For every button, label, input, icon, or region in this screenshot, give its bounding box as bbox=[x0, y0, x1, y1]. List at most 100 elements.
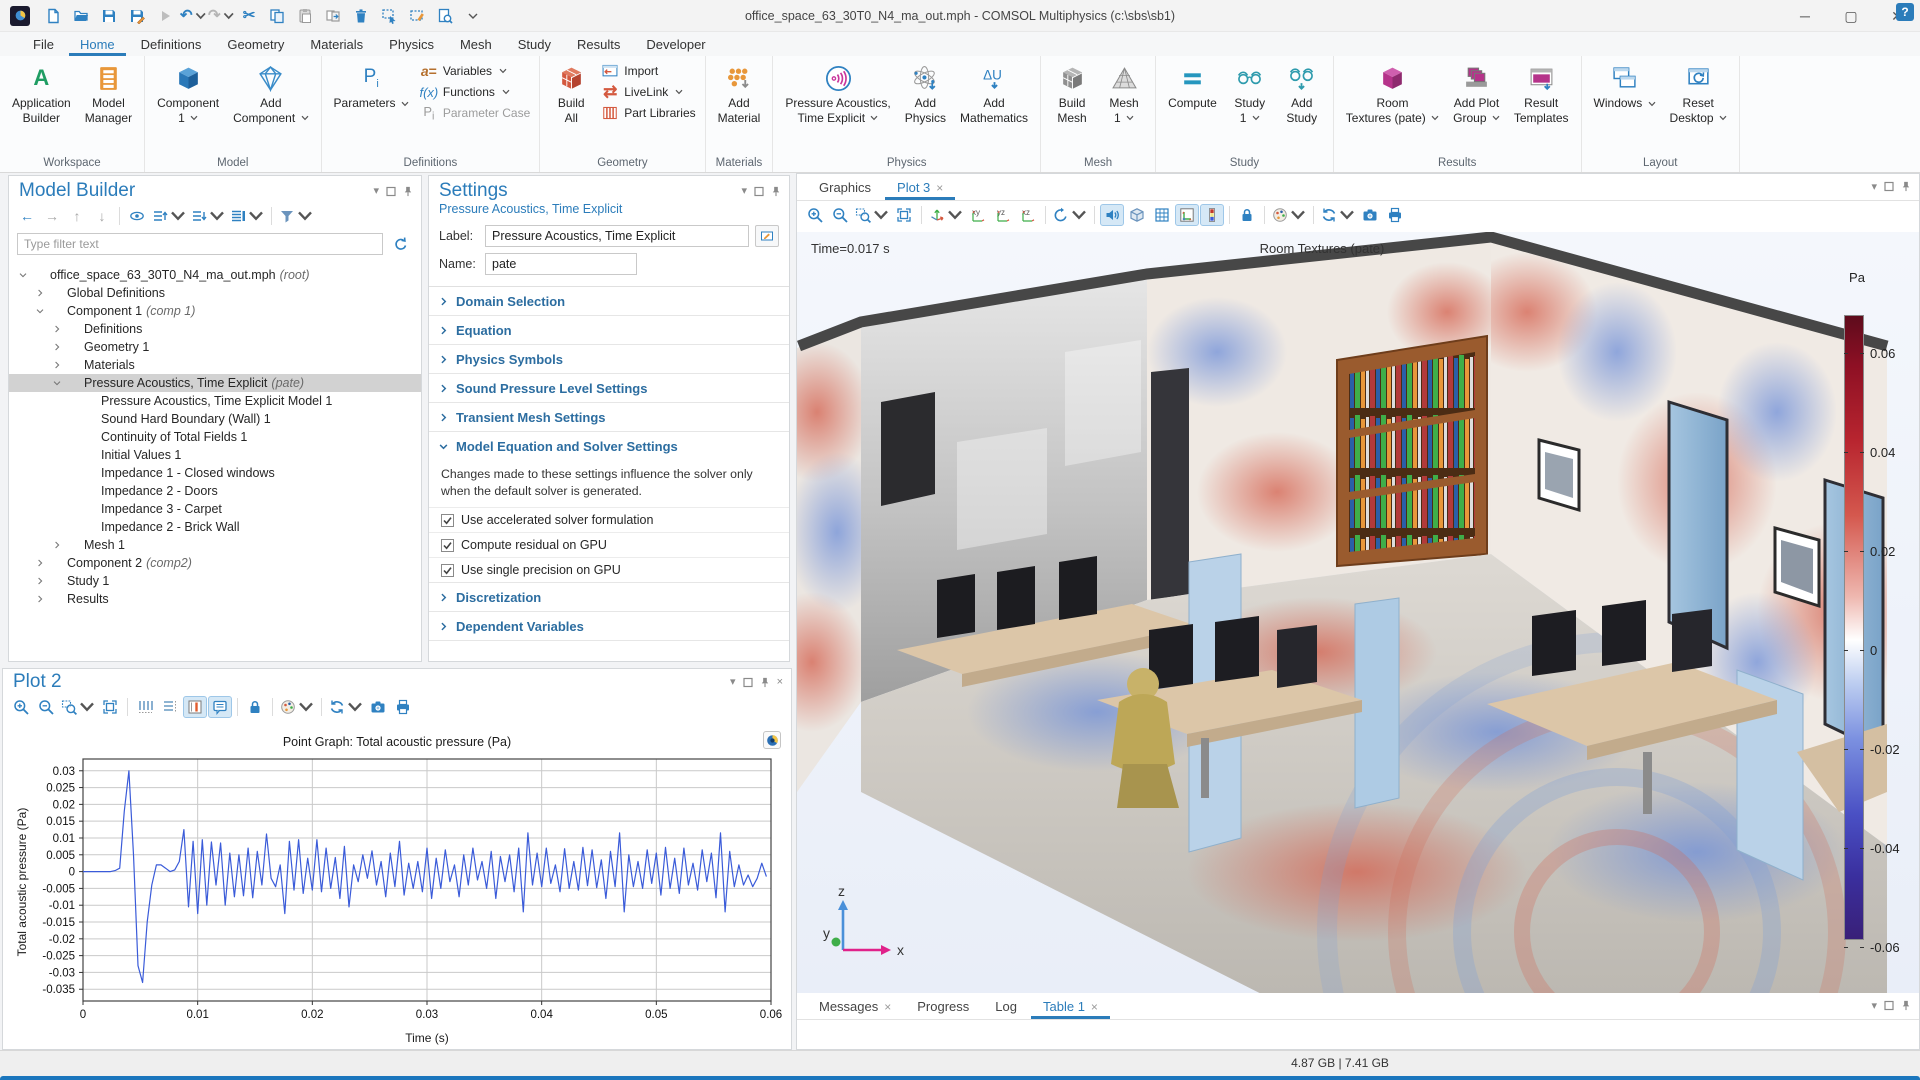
checkbox[interactable] bbox=[441, 513, 454, 527]
close-tab-icon[interactable]: × bbox=[884, 1000, 891, 1014]
zoom-box-button[interactable] bbox=[853, 204, 891, 226]
menu-file[interactable]: File bbox=[22, 34, 65, 56]
ribbon-parameter-case-button[interactable]: Pi Parameter Case bbox=[420, 104, 530, 123]
tree-item[interactable]: Global Definitions bbox=[9, 284, 421, 302]
copy-button[interactable] bbox=[264, 4, 290, 28]
tree-expander-icon[interactable] bbox=[51, 323, 63, 335]
ribbon-mesh-1-button[interactable]: Mesh 1 bbox=[1098, 59, 1150, 125]
menu-mesh[interactable]: Mesh bbox=[449, 34, 503, 56]
comsol-logo-button[interactable] bbox=[763, 731, 781, 749]
save-button[interactable] bbox=[96, 4, 122, 28]
cut-button[interactable]: ✂ bbox=[236, 4, 262, 28]
tree-expander-icon[interactable] bbox=[51, 341, 63, 353]
duplicate-button[interactable] bbox=[320, 4, 346, 28]
panel-controls[interactable]: ▾ bbox=[741, 185, 781, 197]
tree-expander-icon[interactable] bbox=[68, 467, 80, 479]
checkbox[interactable] bbox=[441, 538, 454, 552]
paste-button[interactable] bbox=[292, 4, 318, 28]
tree-item[interactable]: Impedance 2 - Doors bbox=[9, 482, 421, 500]
grid-x-button[interactable] bbox=[133, 696, 157, 718]
ribbon-application-builder-button[interactable]: A Application Builder bbox=[5, 59, 78, 125]
open-button[interactable] bbox=[68, 4, 94, 28]
zoom-extents-button[interactable] bbox=[98, 696, 122, 718]
tree-item[interactable]: Component 1 (comp 1) bbox=[9, 302, 421, 320]
view-xy-button[interactable]: xy bbox=[966, 204, 990, 226]
camera-button[interactable] bbox=[366, 696, 390, 718]
ribbon-add-mathematics-button[interactable]: ΔU Add Mathematics bbox=[953, 59, 1035, 125]
funnel-button[interactable] bbox=[277, 205, 315, 227]
tree-item[interactable]: Impedance 1 - Closed windows bbox=[9, 464, 421, 482]
graphics-viewport[interactable]: z y x Time=0.017 s Room Textures (pate) … bbox=[797, 232, 1919, 993]
section-header[interactable]: Sound Pressure Level Settings bbox=[429, 374, 789, 402]
tree-expander-icon[interactable] bbox=[68, 503, 80, 515]
doc-search-button[interactable] bbox=[432, 4, 458, 28]
tree-expander-icon[interactable] bbox=[51, 377, 63, 389]
graphics-tab-graphics[interactable]: Graphics bbox=[807, 176, 883, 200]
legend-note-button[interactable] bbox=[208, 696, 232, 718]
section-header[interactable]: Equation bbox=[429, 316, 789, 344]
tree-item[interactable]: Pressure Acoustics, Time Explicit (pate) bbox=[9, 374, 421, 392]
menu-geometry[interactable]: Geometry bbox=[216, 34, 295, 56]
ribbon-functions-button[interactable]: f(x) Functions bbox=[419, 84, 530, 100]
zoom-out-button[interactable] bbox=[34, 696, 58, 718]
tree-columns-button[interactable] bbox=[228, 205, 266, 227]
ribbon-add-study-button[interactable]: Add Study bbox=[1276, 59, 1328, 125]
tree-expander-icon[interactable] bbox=[34, 557, 46, 569]
tree-item[interactable]: Materials bbox=[9, 356, 421, 374]
tree-item[interactable]: Definitions bbox=[9, 320, 421, 338]
ribbon-add-component-button[interactable]: Add Component bbox=[226, 59, 315, 125]
ribbon-build-mesh-button[interactable]: Build Mesh bbox=[1046, 59, 1098, 125]
delete-button[interactable] bbox=[348, 4, 374, 28]
label-input[interactable] bbox=[485, 225, 749, 247]
tree-item[interactable]: Continuity of Total Fields 1 bbox=[9, 428, 421, 446]
ribbon-model-manager-button[interactable]: Model Manager bbox=[78, 59, 139, 125]
panel-controls[interactable]: ▾ bbox=[373, 185, 413, 197]
palette-button[interactable] bbox=[278, 696, 316, 718]
tree-item[interactable]: Mesh 1 bbox=[9, 536, 421, 554]
grid-y-button[interactable] bbox=[158, 696, 182, 718]
ribbon-variables-button[interactable]: a= Variables bbox=[420, 63, 530, 79]
menu-physics[interactable]: Physics bbox=[378, 34, 445, 56]
tree-item[interactable]: Study 1 bbox=[9, 572, 421, 590]
tree-item[interactable]: office_space_63_30T0_N4_ma_out.mph (root… bbox=[9, 266, 421, 284]
ribbon-component-1-button[interactable]: Component 1 bbox=[150, 59, 226, 125]
tree-item[interactable]: Geometry 1 bbox=[9, 338, 421, 356]
tree-expander-icon[interactable] bbox=[34, 575, 46, 587]
ribbon-result-templates-button[interactable]: Result Templates bbox=[1507, 59, 1576, 125]
zoom-out-button[interactable] bbox=[828, 204, 852, 226]
help-button[interactable]: ? bbox=[1896, 3, 1914, 21]
arrow-left-button[interactable]: ← bbox=[15, 205, 39, 227]
arrow-down-button[interactable]: ↓ bbox=[90, 205, 114, 227]
camera-button[interactable] bbox=[1358, 204, 1382, 226]
section-header[interactable]: Dependent Variables bbox=[429, 612, 789, 640]
name-input[interactable] bbox=[485, 253, 637, 275]
axis-box-button[interactable] bbox=[183, 696, 207, 718]
dock-controls[interactable]: ▾ bbox=[1871, 180, 1911, 193]
zoom-extents-button[interactable] bbox=[892, 204, 916, 226]
clear-selection-button[interactable] bbox=[404, 4, 430, 28]
ribbon-windows-button[interactable]: Windows bbox=[1587, 59, 1663, 111]
tree-expander-icon[interactable] bbox=[68, 449, 80, 461]
ribbon-add-material-button[interactable]: Add Material bbox=[711, 59, 768, 125]
zoom-in-button[interactable] bbox=[9, 696, 33, 718]
menu-home[interactable]: Home bbox=[68, 34, 126, 56]
tree-expander-icon[interactable] bbox=[68, 485, 80, 497]
tree-expander-icon[interactable] bbox=[34, 305, 46, 317]
tree-expander-icon[interactable] bbox=[68, 413, 80, 425]
tree-expander-icon[interactable] bbox=[68, 395, 80, 407]
ribbon-add-plot-group-button[interactable]: Add Plot Group bbox=[1446, 59, 1507, 125]
tree-expander-icon[interactable] bbox=[51, 539, 63, 551]
maximize-button[interactable]: ▢ bbox=[1828, 0, 1874, 32]
dock-controls[interactable]: ▾ bbox=[1871, 999, 1911, 1012]
ribbon-part-libraries-button[interactable]: Part Libraries bbox=[601, 105, 696, 121]
dock-tab-messages[interactable]: Messages × bbox=[807, 995, 903, 1019]
checkbox-row[interactable]: Use accelerated solver formulation bbox=[429, 507, 789, 532]
lock-button[interactable] bbox=[243, 696, 267, 718]
lock-button[interactable] bbox=[1235, 204, 1259, 226]
tree-item[interactable]: Component 2 (comp2) bbox=[9, 554, 421, 572]
room-visualization[interactable]: z y x bbox=[797, 232, 1919, 993]
ribbon-pressure-acoustics-time-explicit-button[interactable]: Pressure Acoustics, Time Explicit bbox=[778, 59, 897, 125]
panel-controls[interactable]: ▾ × bbox=[730, 676, 783, 688]
tree-expander-icon[interactable] bbox=[68, 521, 80, 533]
zoom-in-button[interactable] bbox=[803, 204, 827, 226]
